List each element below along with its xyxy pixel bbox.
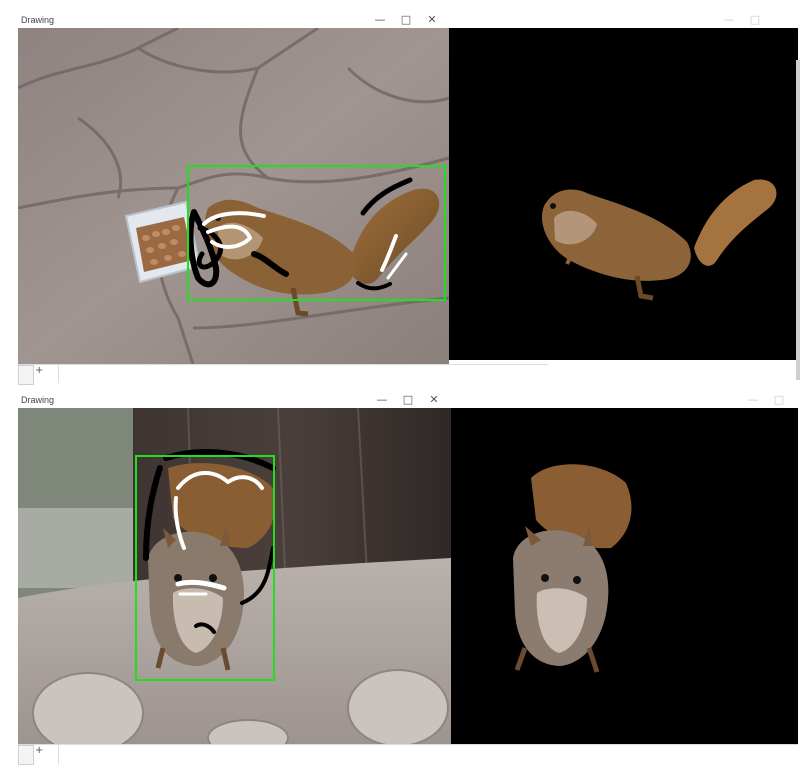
maximize-button[interactable]: □ xyxy=(393,12,419,28)
segmentation-output xyxy=(449,28,798,360)
minimize-button[interactable]: — xyxy=(367,12,393,28)
divider xyxy=(58,365,59,383)
add-sheet-button[interactable]: + xyxy=(35,745,43,756)
close-button[interactable]: ✕ xyxy=(421,392,447,408)
drawing-window-bottom: Drawing — □ ✕ xyxy=(18,392,451,744)
divider xyxy=(58,745,59,765)
maximize-button[interactable]: □ xyxy=(766,392,792,408)
sheet-bar-bottom: + xyxy=(18,744,798,765)
sheet-bar-top: + xyxy=(18,364,548,385)
result-window-top: — □ xyxy=(449,12,798,360)
sheet-tab[interactable] xyxy=(18,365,34,385)
result-window-bottom: — □ xyxy=(451,392,798,744)
scrollbar-top[interactable] xyxy=(796,60,800,380)
window-title: Drawing xyxy=(21,395,55,405)
railing xyxy=(18,508,138,588)
maximize-button[interactable]: □ xyxy=(742,12,768,28)
window-title: Drawing xyxy=(21,15,55,25)
drawing-window-top: Drawing — □ ✕ xyxy=(18,12,449,364)
title-bar: Drawing — □ ✕ xyxy=(18,12,449,29)
close-button[interactable]: ✕ xyxy=(419,12,445,28)
drawing-canvas[interactable] xyxy=(18,28,449,364)
title-bar: — □ xyxy=(451,392,798,408)
minimize-button[interactable]: — xyxy=(716,12,742,28)
add-sheet-button[interactable]: + xyxy=(35,365,43,376)
maximize-button[interactable]: □ xyxy=(395,392,421,408)
sheet-tab[interactable] xyxy=(18,745,34,765)
minimize-button[interactable]: — xyxy=(740,392,766,408)
drawing-canvas[interactable] xyxy=(18,408,451,744)
title-bar: Drawing — □ ✕ xyxy=(18,392,451,409)
title-bar: — □ xyxy=(449,12,798,28)
segmentation-output xyxy=(451,408,798,744)
minimize-button[interactable]: — xyxy=(369,392,395,408)
